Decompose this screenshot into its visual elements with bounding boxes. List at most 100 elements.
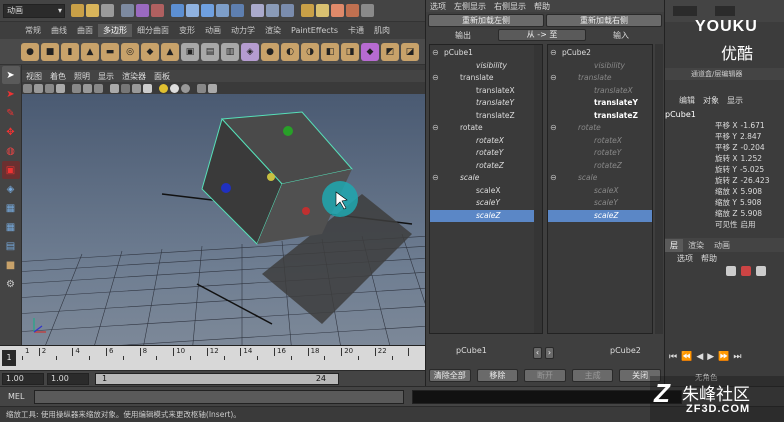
hud-icon[interactable] — [208, 83, 217, 93]
clear-all-button[interactable]: 清除全部 — [429, 369, 471, 382]
collapse-icon[interactable]: ⊖ — [432, 72, 439, 85]
channel-row[interactable]: 平移 Y 2.847 — [665, 131, 784, 142]
channel-row[interactable]: 旋转 X 1.252 — [665, 153, 784, 164]
attribute-item[interactable]: rotateZ — [430, 160, 542, 173]
new-layer-icon[interactable] — [726, 266, 736, 276]
shelf-tab[interactable]: 渲染 — [260, 24, 286, 37]
attribute-item[interactable]: rotateX — [548, 135, 652, 148]
append-poly-icon[interactable]: ◆ — [361, 42, 379, 61]
wireframe-on-shaded-icon[interactable] — [132, 83, 141, 93]
viewport-menu-renderer[interactable]: 渲染器 — [118, 71, 150, 82]
ce-menu-left-display[interactable]: 左侧显示 — [450, 1, 490, 12]
shadows-icon[interactable] — [181, 83, 190, 93]
current-frame-marker[interactable]: 1 — [2, 350, 16, 366]
channel-row[interactable]: 可见性 启用 — [665, 219, 784, 230]
ce-menu-options[interactable]: 选项 — [426, 1, 450, 12]
viewport-menu-lighting[interactable]: 照明 — [70, 71, 94, 82]
layout-four-icon[interactable]: ▦ — [2, 218, 20, 236]
select-tool-icon[interactable]: ➤ — [1, 66, 20, 84]
attribute-item[interactable]: scaleZ — [548, 209, 652, 222]
channel-box-tab[interactable]: 通道盒/层编辑器 — [665, 68, 784, 80]
split-poly-icon[interactable]: ◩ — [381, 42, 399, 61]
layer-tab-anim[interactable]: 动画 — [709, 239, 735, 252]
channel-row[interactable]: 缩放 Y 5.908 — [665, 197, 784, 208]
mirror-icon[interactable]: ◑ — [301, 42, 319, 61]
camera-icon[interactable] — [23, 83, 32, 93]
range-bar[interactable]: 1 24 — [95, 372, 339, 385]
image-plane-icon[interactable] — [56, 83, 65, 93]
poly-sphere-icon[interactable]: ● — [21, 42, 39, 61]
poly-cube-icon[interactable]: ■ — [41, 42, 59, 61]
scale-tool-icon[interactable]: ▣ — [1, 161, 20, 179]
poly-cylinder-icon[interactable]: ▮ — [61, 42, 79, 61]
attribute-item[interactable]: rotateY — [548, 147, 652, 160]
history-icon[interactable] — [251, 4, 264, 17]
cb-menu-object[interactable]: 对象 — [699, 95, 723, 106]
default-light-icon[interactable] — [159, 83, 168, 93]
attribute-item[interactable]: ⊖ rotate — [430, 122, 542, 135]
attribute-item[interactable]: rotateZ — [548, 160, 652, 173]
attribute-item[interactable]: translateY — [430, 97, 542, 110]
lock-camera-icon[interactable] — [34, 83, 43, 93]
attribute-item[interactable]: ⊖ scale — [548, 172, 652, 185]
extrude-icon[interactable]: ◧ — [321, 42, 339, 61]
bridge-icon[interactable]: ◨ — [341, 42, 359, 61]
input-ops-icon[interactable] — [266, 4, 279, 17]
attribute-item[interactable]: ⊖ translate — [548, 72, 652, 85]
channel-value[interactable]: -0.204 — [741, 142, 765, 153]
channel-value[interactable]: 5.908 — [741, 186, 762, 197]
z-field[interactable] — [715, 6, 735, 16]
channel-value[interactable]: -5.025 — [740, 164, 764, 175]
channel-value[interactable]: 1.252 — [741, 153, 762, 164]
collapse-icon[interactable]: ⊖ — [432, 122, 439, 135]
viewport-menu-shading[interactable]: 着色 — [46, 71, 70, 82]
new-scene-icon[interactable] — [71, 4, 84, 17]
film-gate-icon[interactable] — [83, 83, 92, 93]
output-ops-icon[interactable] — [281, 4, 294, 17]
step-back-icon[interactable]: ⏪ — [681, 352, 692, 362]
remove-button[interactable]: 移除 — [476, 369, 519, 382]
channel-value[interactable]: 5.908 — [740, 197, 761, 208]
x-field[interactable] — [673, 6, 697, 16]
select-object-icon[interactable] — [136, 4, 149, 17]
attribute-item[interactable]: translateZ — [548, 110, 652, 123]
save-scene-icon[interactable] — [101, 4, 114, 17]
ce-menu-right-display[interactable]: 右侧显示 — [490, 1, 530, 12]
render-icon[interactable] — [316, 4, 329, 17]
right-list-scrollbar[interactable] — [655, 44, 663, 334]
attribute-item[interactable]: translateZ — [430, 110, 542, 123]
layout-persp-graph-icon[interactable]: ▤ — [2, 237, 20, 255]
shelf-tab[interactable]: 肌肉 — [369, 24, 395, 37]
collapse-icon[interactable]: ⊖ — [550, 172, 557, 185]
grid-icon[interactable] — [72, 83, 81, 93]
layer-menu-options[interactable]: 选项 — [673, 253, 697, 264]
manipulator-x-handle[interactable] — [302, 207, 310, 215]
shelf-tab[interactable]: 动画 — [200, 24, 226, 37]
xray-icon[interactable] — [143, 83, 152, 93]
direction-toggle-button[interactable]: 从 -> 至 — [498, 29, 586, 41]
shelf-tab[interactable]: 曲线 — [46, 24, 72, 37]
gear-icon[interactable]: ⚙ — [2, 275, 20, 293]
shelf-tab[interactable]: PaintEffects — [286, 24, 343, 37]
render-settings-icon[interactable] — [346, 4, 359, 17]
manipulator-y-handle[interactable] — [283, 126, 293, 136]
shelf-tab[interactable]: 动力学 — [226, 24, 260, 37]
play-back-icon[interactable]: ◀ — [696, 352, 703, 362]
cb-menu-edit[interactable]: 编辑 — [675, 95, 699, 106]
extract-icon[interactable]: ▥ — [221, 42, 239, 61]
smooth-shade-icon[interactable] — [121, 83, 130, 93]
break-button[interactable]: 断开 — [524, 369, 566, 382]
manipulator-center-handle[interactable] — [267, 173, 275, 181]
move-tool-icon[interactable]: ✥ — [2, 123, 20, 141]
shelf-tab[interactable]: 曲面 — [72, 24, 98, 37]
swap-right-icon[interactable]: › — [545, 347, 554, 359]
attribute-item[interactable]: scaleY — [548, 197, 652, 210]
shelf-tab[interactable]: 细分曲面 — [132, 24, 174, 37]
left-list-scrollbar[interactable] — [534, 45, 542, 333]
hypershade-icon[interactable] — [361, 4, 374, 17]
step-forward-icon[interactable]: ⏩ — [718, 352, 729, 362]
rotate-tool-icon[interactable]: ◍ — [2, 142, 20, 160]
swap-left-icon[interactable]: ‹ — [533, 347, 542, 359]
channel-row[interactable]: 旋转 Y -5.025 — [665, 164, 784, 175]
collapse-icon[interactable]: ⊖ — [432, 172, 439, 185]
